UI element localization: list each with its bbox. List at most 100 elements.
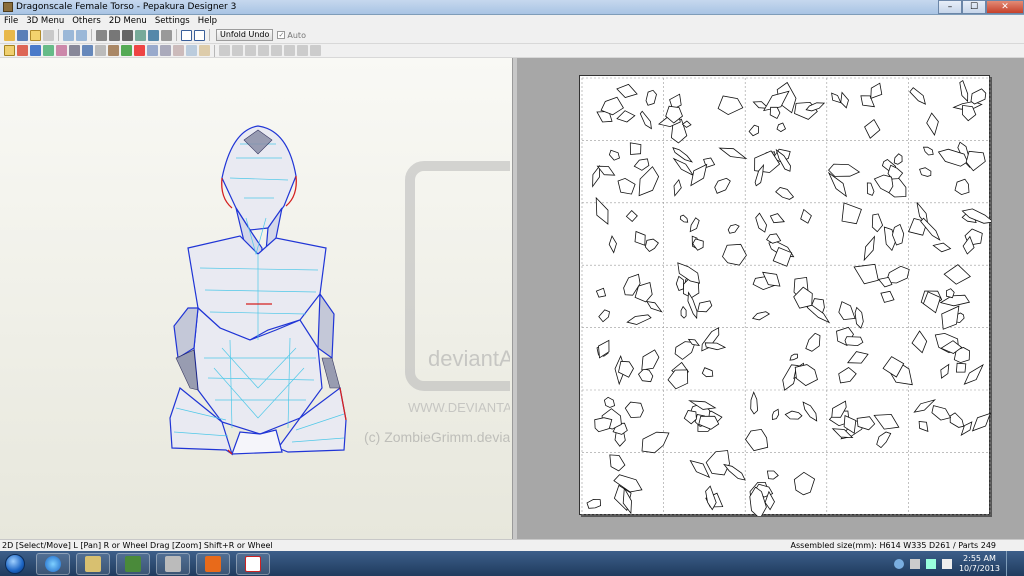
unfold-icon[interactable]	[30, 29, 41, 41]
menu-settings[interactable]: Settings	[151, 16, 194, 26]
unfolded-part[interactable]	[954, 178, 970, 196]
unfolded-part[interactable]	[863, 235, 876, 262]
unfolded-part[interactable]	[629, 142, 642, 155]
unfolded-part[interactable]	[828, 163, 861, 177]
menu-help[interactable]: Help	[194, 16, 221, 26]
edge-id-icon[interactable]	[82, 45, 93, 56]
grid-icon[interactable]	[95, 45, 106, 56]
volume-icon[interactable]	[941, 558, 952, 569]
unfolded-part[interactable]	[918, 421, 929, 433]
unfolded-part[interactable]	[911, 330, 928, 354]
unfolded-part[interactable]	[931, 405, 952, 421]
distribute-icon[interactable]	[284, 45, 295, 56]
unfolded-part[interactable]	[603, 396, 616, 408]
layout-icon[interactable]	[43, 45, 54, 56]
clock[interactable]: 2:55 AM 10/7/2013	[959, 554, 1000, 574]
align-bottom-icon[interactable]	[271, 45, 282, 56]
unfolded-part[interactable]	[617, 177, 636, 195]
unfolded-part[interactable]	[949, 412, 965, 428]
3d-view[interactable]: deviantART WWW.DEVIANTART.COM (c) Zombie…	[0, 58, 569, 539]
unfolded-part[interactable]	[955, 362, 967, 373]
unfolded-part[interactable]	[639, 110, 652, 130]
network-icon[interactable]	[925, 558, 936, 569]
align-left-icon[interactable]	[219, 45, 230, 56]
unfolded-part[interactable]	[919, 167, 932, 177]
unfolded-part[interactable]	[793, 471, 816, 496]
taskbar-ie[interactable]	[36, 552, 70, 575]
unfolded-part[interactable]	[705, 450, 730, 476]
unfolded-part[interactable]	[870, 82, 883, 99]
unfolded-part[interactable]	[644, 238, 659, 253]
taskbar-media[interactable]	[116, 552, 150, 575]
mark-icon[interactable]	[134, 45, 145, 56]
unfolded-part[interactable]	[871, 213, 884, 233]
anchor-icon[interactable]	[122, 29, 133, 41]
unfolded-part[interactable]	[598, 309, 610, 323]
unfolded-part[interactable]	[616, 110, 636, 123]
help-icon[interactable]	[893, 558, 904, 569]
rotate-part-icon[interactable]	[160, 45, 171, 56]
unfolded-part[interactable]	[751, 311, 771, 321]
unfolded-part[interactable]	[866, 182, 875, 196]
flip-icon[interactable]	[173, 45, 184, 56]
unfolded-part[interactable]	[633, 158, 650, 171]
unfolded-part[interactable]	[775, 187, 795, 200]
unfolded-part[interactable]	[675, 275, 684, 292]
unfolded-part[interactable]	[723, 463, 746, 481]
align-right-icon[interactable]	[245, 45, 256, 56]
2d-view[interactable]	[517, 58, 1024, 539]
split-view-icon[interactable]	[194, 29, 205, 41]
unfolded-part[interactable]	[844, 336, 864, 347]
text-icon[interactable]	[186, 45, 197, 56]
menu-2d[interactable]: 2D Menu	[105, 16, 151, 26]
unfolded-part[interactable]	[913, 399, 937, 413]
unfolded-part[interactable]	[932, 242, 952, 253]
unfolded-part[interactable]	[624, 401, 644, 419]
unfolded-part[interactable]	[586, 498, 602, 509]
unfolded-part[interactable]	[596, 165, 616, 176]
image-icon[interactable]	[199, 45, 210, 56]
window-icon[interactable]	[181, 29, 192, 41]
taskbar-calculator[interactable]	[156, 552, 190, 575]
unfolded-part[interactable]	[634, 230, 646, 246]
unfolded-part[interactable]	[704, 342, 727, 351]
arrange-icon[interactable]	[108, 45, 119, 56]
unfolded-part[interactable]	[608, 149, 620, 161]
unfolded-part[interactable]	[637, 368, 654, 383]
unfolded-part[interactable]	[945, 288, 955, 299]
unfolded-part[interactable]	[800, 208, 812, 224]
edit-edge-icon[interactable]	[96, 29, 107, 41]
unfolded-part[interactable]	[638, 166, 660, 197]
zoom-in-icon[interactable]	[297, 45, 308, 56]
undo-icon[interactable]	[63, 29, 74, 41]
unfolded-part[interactable]	[771, 408, 780, 420]
unfolded-part[interactable]	[692, 238, 704, 251]
unfolded-part[interactable]	[592, 164, 601, 188]
unfolded-part[interactable]	[926, 112, 939, 136]
unfolded-part[interactable]	[609, 454, 626, 472]
unfolded-part[interactable]	[864, 119, 881, 139]
unfolded-part[interactable]	[840, 91, 849, 109]
unfolded-part[interactable]	[718, 147, 748, 160]
taskbar-app[interactable]	[196, 552, 230, 575]
unfolded-part[interactable]	[971, 412, 991, 432]
unfolded-part[interactable]	[690, 163, 708, 187]
unfolded-part[interactable]	[873, 174, 894, 194]
unfolded-part[interactable]	[784, 410, 803, 420]
unfolded-part[interactable]	[854, 306, 864, 329]
auto-checkbox-box[interactable]: ✓	[277, 31, 286, 39]
flap-icon[interactable]	[56, 45, 67, 56]
open-icon[interactable]	[4, 29, 15, 41]
unfolded-part[interactable]	[748, 124, 759, 137]
unfolded-part[interactable]	[963, 363, 984, 385]
unfolded-part[interactable]	[717, 95, 744, 116]
menu-file[interactable]: File	[0, 16, 22, 26]
unfolded-part[interactable]	[689, 217, 700, 233]
unfolded-part[interactable]	[755, 212, 768, 233]
unfolded-part[interactable]	[847, 351, 869, 364]
unfolded-part[interactable]	[922, 146, 934, 156]
taskbar-pepakura[interactable]	[236, 552, 270, 575]
unfolded-part[interactable]	[853, 263, 879, 285]
fold-line-icon[interactable]	[69, 45, 80, 56]
unfolded-part[interactable]	[893, 153, 903, 165]
